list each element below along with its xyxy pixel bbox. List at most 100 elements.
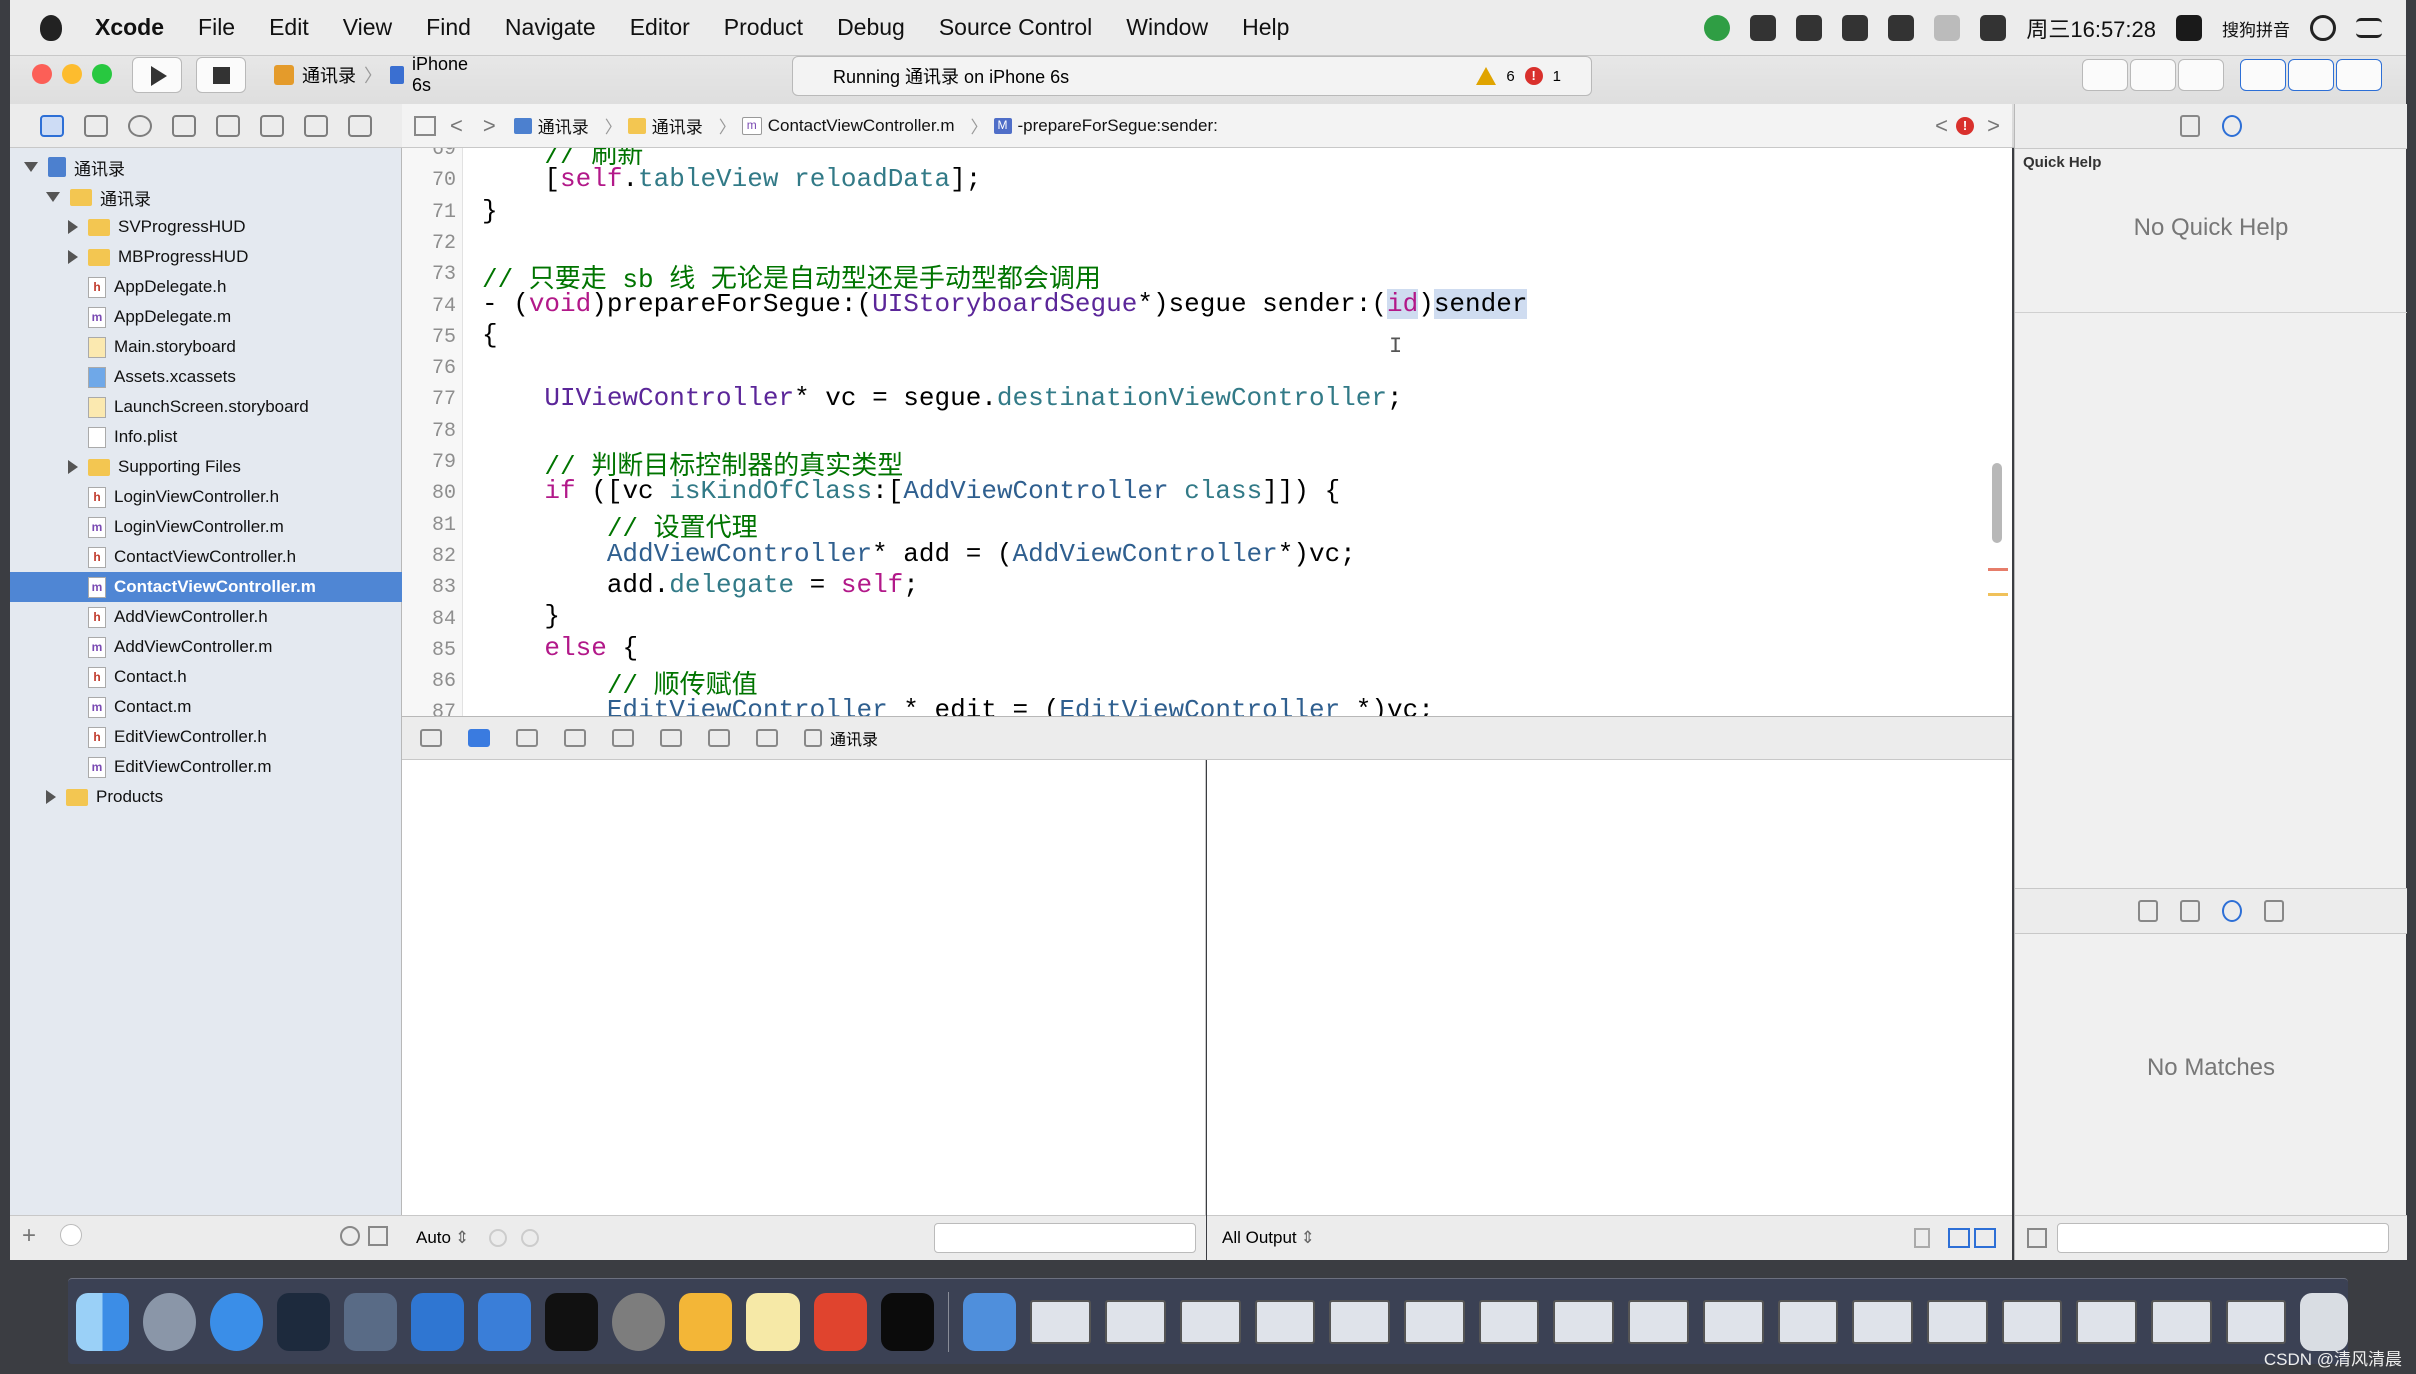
menu-view[interactable]: View [326, 14, 409, 41]
scm-filter-icon[interactable] [368, 1226, 388, 1246]
breadcrumb-project[interactable]: 通讯录 [513, 113, 589, 138]
debug-navigator-icon[interactable] [260, 114, 284, 137]
trash-icon[interactable] [1914, 1228, 1930, 1248]
filter-icon[interactable] [60, 1224, 82, 1246]
console-view[interactable]: All Output ⇕ [1207, 760, 2012, 1260]
launchpad-icon[interactable] [143, 1292, 197, 1351]
show-console-icon[interactable] [1974, 1228, 1996, 1248]
xcode-icon[interactable] [411, 1292, 465, 1351]
file-tree-row[interactable]: Products [10, 782, 402, 812]
issue-error-icon[interactable]: ! [1956, 116, 1974, 135]
editor-scroll-thumb[interactable] [1992, 463, 2002, 543]
disclosure-triangle-icon[interactable] [46, 192, 60, 202]
file-tree-row[interactable]: m LoginViewController.m [10, 512, 402, 542]
apple-icon[interactable] [40, 14, 62, 41]
hide-debug-area-icon[interactable] [420, 729, 442, 747]
breadcrumb-method[interactable]: M -prepareForSegue:sender: [993, 116, 1218, 136]
close-window-button[interactable] [32, 64, 52, 84]
toggle-navigator-button[interactable] [2240, 59, 2286, 91]
variables-filter-field[interactable] [934, 1223, 1196, 1253]
add-file-icon[interactable]: + [22, 1222, 36, 1250]
minimized-window-4[interactable] [1254, 1299, 1316, 1344]
imovie-icon[interactable] [344, 1292, 398, 1351]
symbol-navigator-icon[interactable] [84, 114, 108, 137]
file-tree-row[interactable]: m EditViewController.m [10, 752, 402, 782]
file-tree-row[interactable]: m Contact.m [10, 692, 402, 722]
file-inspector-icon[interactable] [2180, 115, 2200, 137]
minimized-window-16[interactable] [2151, 1299, 2212, 1344]
menu-app-name[interactable]: Xcode [78, 14, 181, 41]
minimized-window-8[interactable] [1553, 1299, 1615, 1344]
file-tree-row[interactable]: h LoginViewController.h [10, 482, 402, 512]
menu-product[interactable]: Product [707, 14, 820, 41]
menu-edit[interactable]: Edit [252, 14, 326, 41]
simulate-location-icon[interactable] [756, 729, 778, 747]
file-tree-row[interactable]: Assets.xcassets [10, 362, 402, 392]
menu-find[interactable]: Find [409, 14, 488, 41]
menu-editor[interactable]: Editor [613, 14, 707, 41]
object-library-icon[interactable] [2222, 900, 2242, 922]
menu-file[interactable]: File [181, 14, 252, 41]
grid-view-icon[interactable] [2027, 1228, 2047, 1248]
instruments-icon[interactable] [478, 1292, 532, 1351]
file-tree-row[interactable]: m AddViewController.m [10, 632, 402, 662]
error-icon[interactable]: ! [1524, 67, 1543, 85]
minimized-window-7[interactable] [1478, 1299, 1540, 1344]
breadcrumb-group[interactable]: 通讯录 [627, 113, 703, 138]
menu-source-control[interactable]: Source Control [922, 14, 1109, 41]
assistant-editor-button[interactable] [2130, 59, 2176, 91]
file-tree-row[interactable]: h AppDelegate.h [10, 272, 402, 302]
pause-icon[interactable] [516, 729, 538, 747]
file-tree-row[interactable]: m AppDelegate.m [10, 302, 402, 332]
report-navigator-icon[interactable] [348, 114, 372, 137]
related-items-icon[interactable] [414, 115, 436, 136]
step-over-icon[interactable] [564, 729, 586, 747]
console-app-icon[interactable] [880, 1292, 934, 1351]
line-number-gutter[interactable]: 69 70 71 72 73 74 75 76 77 78 79 80 81 82 83 84 85 86 87 [402, 148, 463, 716]
disclosure-triangle-icon[interactable] [24, 162, 38, 172]
input-method[interactable]: 搜狗拼音 [2222, 16, 2290, 41]
minimized-window-5[interactable] [1329, 1299, 1390, 1344]
spotlight-search-icon[interactable] [2310, 15, 2336, 41]
camera-icon[interactable] [1750, 15, 1777, 41]
minimized-window-3[interactable] [1179, 1299, 1241, 1344]
quick-look-icon[interactable] [489, 1229, 508, 1247]
toggle-debug-area-button[interactable] [2288, 59, 2334, 91]
stop-button[interactable] [196, 57, 246, 93]
forward-icon[interactable]: > [483, 113, 496, 139]
volume-icon[interactable] [1980, 15, 2007, 41]
info-icon[interactable] [521, 1229, 540, 1247]
console-output-selector[interactable]: All Output [1222, 1228, 1297, 1248]
source-editor[interactable]: 69 70 71 72 73 74 75 76 77 78 79 80 81 82 83 84 85 86 87 /… [402, 148, 2012, 716]
code-snippet-library-icon[interactable] [2180, 900, 2200, 922]
minimized-window-9[interactable] [1628, 1299, 1689, 1344]
menu-debug[interactable]: Debug [820, 14, 922, 41]
disclosure-triangle-icon[interactable] [68, 460, 78, 474]
variables-scope-selector[interactable]: Auto [416, 1228, 451, 1248]
test-navigator-icon[interactable] [216, 114, 240, 137]
file-tree-row[interactable]: Main.storyboard [10, 332, 402, 362]
wifi-icon[interactable] [1934, 15, 1961, 41]
toggle-utilities-button[interactable] [2336, 59, 2382, 91]
file-tree-row[interactable]: m ContactViewController.m [10, 572, 402, 602]
lock-icon[interactable] [1888, 15, 1915, 41]
minimized-window-11[interactable] [1777, 1299, 1839, 1344]
scheme-selector[interactable]: 通讯录 〉 iPhone 6s [262, 54, 492, 95]
minimized-window-15[interactable] [2076, 1299, 2138, 1344]
run-button[interactable] [132, 57, 182, 93]
minimized-window-12[interactable] [1852, 1299, 1913, 1344]
error-count[interactable]: 1 [1553, 68, 1561, 85]
sogou-icon[interactable] [2176, 15, 2202, 41]
finder-icon[interactable] [76, 1292, 130, 1351]
minimized-window-1[interactable] [1030, 1299, 1092, 1344]
system-preferences-icon[interactable] [612, 1292, 666, 1351]
minimize-window-button[interactable] [62, 64, 82, 84]
disclosure-triangle-icon[interactable] [68, 220, 78, 234]
warning-count[interactable]: 6 [1506, 68, 1514, 85]
find-navigator-icon[interactable] [128, 114, 152, 137]
minimized-window-17[interactable] [2225, 1299, 2287, 1344]
breadcrumb-file[interactable]: m ContactViewController.m [741, 116, 955, 136]
clock[interactable]: 周三16:57:28 [2026, 12, 2156, 44]
library-filter-field[interactable] [2057, 1223, 2389, 1253]
disclosure-triangle-icon[interactable] [68, 250, 78, 264]
